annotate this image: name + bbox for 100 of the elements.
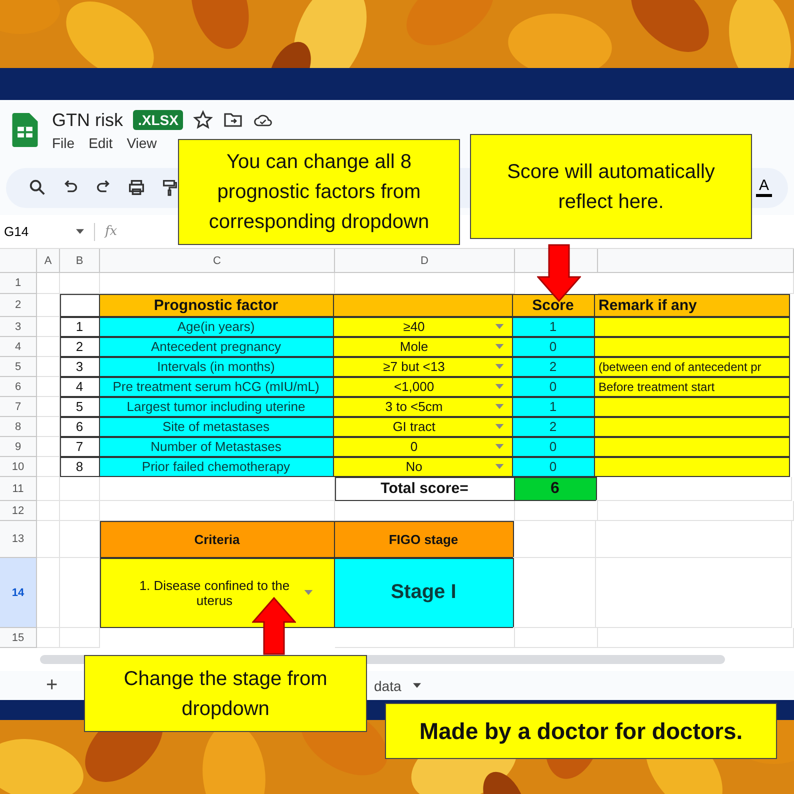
spreadsheet-cell[interactable] xyxy=(596,558,792,628)
spreadsheet-cell[interactable] xyxy=(37,317,60,337)
dropdown-cell[interactable]: 1. Disease confined to the uterus xyxy=(100,558,334,628)
spreadsheet-logo-icon[interactable] xyxy=(12,113,38,147)
column-header[interactable]: A xyxy=(37,249,60,273)
spreadsheet-cell[interactable] xyxy=(513,558,596,628)
sheet-tab[interactable]: data xyxy=(374,678,422,694)
caret-icon[interactable] xyxy=(413,683,422,688)
spreadsheet-cell[interactable] xyxy=(37,294,60,317)
table-header: Remark if any xyxy=(594,294,790,316)
dropdown-cell[interactable]: 0 xyxy=(332,436,512,456)
table-cell: 6 xyxy=(514,476,596,500)
folder-icon[interactable] xyxy=(223,110,244,130)
spreadsheet-cell[interactable] xyxy=(60,628,100,648)
menu-item[interactable]: File xyxy=(52,134,75,150)
row-header[interactable]: 13 xyxy=(0,521,37,558)
table-cell: Total score= xyxy=(334,476,514,500)
spreadsheet-cell[interactable] xyxy=(598,628,794,648)
spreadsheet-cell[interactable] xyxy=(596,477,792,501)
column-header[interactable]: D xyxy=(335,249,515,273)
table-header: Score xyxy=(512,294,594,316)
search-icon[interactable] xyxy=(28,178,47,197)
dropdown-cell[interactable]: GI tract xyxy=(332,416,512,436)
row-header[interactable]: 7 xyxy=(0,397,37,417)
table-cell: Age(in years) xyxy=(98,316,334,336)
menu-item[interactable]: View xyxy=(126,134,157,150)
row-header[interactable]: 2 xyxy=(0,294,37,317)
file-type-badge: .XLSX xyxy=(133,110,184,130)
callout-note: Score will automatically reflect here. xyxy=(470,134,752,239)
select-all-corner[interactable] xyxy=(0,249,37,273)
table-cell: 2 xyxy=(512,416,594,436)
menu-item[interactable]: Edit xyxy=(88,134,113,150)
row-header[interactable]: 8 xyxy=(0,417,37,437)
table-cell: 1 xyxy=(512,316,594,336)
dropdown-cell[interactable]: Mole xyxy=(332,336,512,356)
paint-roller-icon[interactable] xyxy=(160,178,179,197)
dropdown-cell[interactable]: No xyxy=(332,456,512,476)
row-header[interactable]: 1 xyxy=(0,273,37,294)
row-header[interactable]: 10 xyxy=(0,457,37,477)
dropdown-cell[interactable]: ≥40 xyxy=(332,316,512,336)
spreadsheet-cell[interactable] xyxy=(335,628,515,648)
table-cell: Before treatment start xyxy=(594,376,790,396)
dropdown-cell[interactable]: <1,000 xyxy=(332,376,512,396)
spreadsheet-cell[interactable] xyxy=(37,337,60,357)
spreadsheet-cell[interactable] xyxy=(598,501,794,521)
spreadsheet-cell[interactable] xyxy=(515,501,598,521)
row-header[interactable]: 15 xyxy=(0,628,37,648)
spreadsheet-cell[interactable] xyxy=(37,477,60,501)
spreadsheet-cell[interactable] xyxy=(596,521,792,558)
table-cell: Antecedent pregnancy xyxy=(98,336,334,356)
table-cell: 0 xyxy=(512,456,594,476)
callout-note: Change the stage from dropdown xyxy=(84,655,367,732)
table-cell: 0 xyxy=(512,336,594,356)
table-cell: Site of metastases xyxy=(98,416,334,436)
spreadsheet-cell[interactable] xyxy=(37,377,60,397)
row-header[interactable]: 11 xyxy=(0,477,37,501)
text-color-button[interactable]: A xyxy=(756,178,772,197)
spreadsheet-cell[interactable] xyxy=(60,273,100,294)
spreadsheet-cell[interactable] xyxy=(37,437,60,457)
spreadsheet-cell[interactable] xyxy=(100,477,335,501)
spreadsheet-cell[interactable] xyxy=(37,397,60,417)
row-header[interactable]: 9 xyxy=(0,437,37,457)
spreadsheet-cell[interactable] xyxy=(513,521,596,558)
spreadsheet-cell[interactable] xyxy=(60,501,100,521)
table-cell: Pre treatment serum hCG (mIU/mL) xyxy=(98,376,334,396)
print-icon[interactable] xyxy=(127,178,146,197)
table-cell: 0 xyxy=(512,436,594,456)
table-header: FIGO stage xyxy=(334,520,514,558)
arrow-icon xyxy=(252,597,296,655)
spreadsheet-cell[interactable] xyxy=(37,521,60,558)
dropdown-cell[interactable]: 3 to <5cm xyxy=(332,396,512,416)
row-header[interactable]: 5 xyxy=(0,357,37,377)
table-header: Criteria xyxy=(100,520,334,558)
dropdown-cell[interactable]: ≥7 but <13 xyxy=(332,356,512,376)
caret-icon[interactable] xyxy=(76,229,84,234)
spreadsheet-cell[interactable] xyxy=(37,273,60,294)
row-header[interactable]: 3 xyxy=(0,317,37,337)
callout-note: Made by a doctor for doctors. xyxy=(385,703,777,759)
document-title[interactable]: GTN risk xyxy=(52,110,123,130)
row-header[interactable]: 6 xyxy=(0,377,37,397)
table-header: Prognostic factor xyxy=(98,294,334,316)
spreadsheet-cell[interactable] xyxy=(60,477,100,501)
column-header[interactable]: B xyxy=(60,249,100,273)
name-box[interactable]: G14 xyxy=(4,224,66,239)
row-header[interactable]: 4 xyxy=(0,337,37,357)
spreadsheet-cell[interactable] xyxy=(37,457,60,477)
row-header[interactable]: 12 xyxy=(0,501,37,521)
add-sheet-button[interactable]: + xyxy=(46,674,66,697)
spreadsheet-cell[interactable] xyxy=(37,558,60,628)
callout-note: You can change all 8 prognostic factors from corresponding dropdown xyxy=(178,139,460,245)
spreadsheet-cell[interactable] xyxy=(37,501,60,521)
spreadsheet-cell[interactable] xyxy=(37,357,60,377)
column-header[interactable]: C xyxy=(100,249,335,273)
spreadsheet-cell[interactable] xyxy=(37,417,60,437)
row-header[interactable]: 14 xyxy=(0,558,37,628)
table-cell: (between end of antecedent pr xyxy=(594,356,790,376)
spreadsheet-cell[interactable] xyxy=(37,628,60,648)
spreadsheet-cell[interactable] xyxy=(515,628,598,648)
star-icon[interactable] xyxy=(193,110,214,130)
table-cell: 0 xyxy=(512,376,594,396)
